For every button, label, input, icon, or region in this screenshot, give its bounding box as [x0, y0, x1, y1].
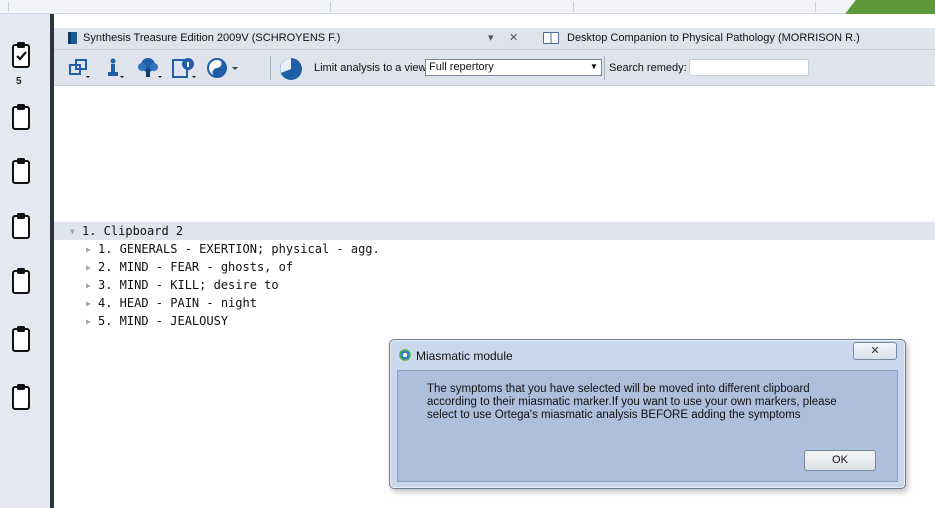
tab-close-icon[interactable]: ✕ [509, 31, 518, 44]
toolbar-separator [604, 56, 605, 80]
expand-arrow-icon[interactable]: ▶ [86, 245, 98, 254]
dialog-close-button[interactable]: ✕ [853, 342, 897, 360]
book-info-icon[interactable] [170, 57, 198, 82]
dialog-title: Miasmatic module [416, 349, 513, 363]
tree-root-label: 1. Clipboard 2 [82, 224, 184, 238]
pie-chart-icon[interactable] [279, 57, 305, 84]
expand-arrow-icon[interactable]: ▶ [86, 281, 98, 290]
chess-piece-icon[interactable] [104, 57, 126, 82]
clipboard-sidebar: 5 [0, 14, 54, 508]
clipboard-icon[interactable] [10, 102, 32, 132]
open-book-icon [543, 32, 559, 44]
tree-item[interactable]: ▶ 1. GENERALS - EXERTION; physical - agg… [54, 240, 935, 258]
tree-item-label: 4. HEAD - PAIN - night [98, 296, 257, 310]
tree-root-clipboard[interactable]: ▼ 1. Clipboard 2 [54, 222, 935, 240]
expand-arrow-icon[interactable]: ▶ [86, 317, 98, 326]
app-logo-icon [399, 349, 411, 361]
clipboard-active-icon[interactable] [10, 40, 32, 70]
yin-yang-icon[interactable] [206, 57, 242, 82]
strip-divider [573, 2, 574, 12]
ok-button[interactable]: OK [804, 450, 876, 471]
clipboard-icon[interactable] [10, 324, 32, 354]
tree-item-label: 1. GENERALS - EXERTION; physical - agg. [98, 242, 380, 256]
collapse-arrow-icon[interactable]: ▼ [70, 227, 82, 236]
tree-item[interactable]: ▶ 3. MIND - KILL; desire to [54, 276, 935, 294]
strip-divider [815, 2, 816, 12]
tree-item-label: 5. MIND - JEALOUSY [98, 314, 229, 328]
clipboard-icon[interactable] [10, 266, 32, 296]
tab-label: Desktop Companion to Physical Pathology … [567, 32, 860, 44]
tree-item[interactable]: ▶ 2. MIND - FEAR - ghosts, of [54, 258, 935, 276]
clipboard-icon[interactable] [10, 211, 32, 241]
clipboard-tree: ▼ 1. Clipboard 2 ▶ 1. GENERALS - EXERTIO… [54, 222, 935, 330]
expand-arrow-icon[interactable]: ▶ [86, 299, 98, 308]
dialog-message-line: The symptoms that you have selected will… [427, 383, 810, 395]
search-remedy-input[interactable] [689, 59, 809, 76]
tab-synthesis[interactable]: Synthesis Treasure Edition 2009V (SCHROY… [68, 32, 340, 44]
clipboard-icon[interactable] [10, 156, 32, 186]
dropdown-arrow-icon: ▼ [590, 62, 598, 71]
tree-item[interactable]: ▶ 4. HEAD - PAIN - night [54, 294, 935, 312]
tree-item-label: 3. MIND - KILL; desire to [98, 278, 279, 292]
window-arrange-icon[interactable] [68, 57, 92, 82]
tab-bar: Synthesis Treasure Edition 2009V (SCHROY… [54, 28, 935, 50]
dialog-body: The symptoms that you have selected will… [397, 370, 898, 482]
tab-label: Synthesis Treasure Edition 2009V (SCHROY… [83, 32, 341, 44]
search-remedy-label: Search remedy: [609, 62, 687, 74]
dialog-message-line: select to use Ortega's miasmatic analysi… [427, 409, 801, 421]
toolbar-separator [270, 56, 271, 80]
book-icon [68, 32, 77, 44]
tab-morrison[interactable]: Desktop Companion to Physical Pathology … [543, 32, 860, 44]
clipboard-icon[interactable] [10, 382, 32, 412]
limit-analysis-label: Limit analysis to a view [314, 62, 427, 74]
tree-item[interactable]: ▶ 5. MIND - JEALOUSY [54, 312, 935, 330]
dialog-message-line: according to their miasmatic marker.If y… [427, 396, 837, 408]
top-strip [0, 0, 935, 14]
strip-divider [330, 2, 331, 12]
toolbar: Limit analysis to a view Full repertory … [54, 50, 935, 86]
view-select[interactable]: Full repertory ▼ [425, 59, 602, 76]
tab-dropdown-icon[interactable]: ▾ [488, 31, 494, 44]
clipboard-count: 5 [16, 76, 22, 87]
strip-divider [8, 2, 9, 12]
tree-item-label: 2. MIND - FEAR - ghosts, of [98, 260, 294, 274]
miasmatic-dialog: Miasmatic module ✕ The symptoms that you… [389, 339, 906, 489]
view-select-value: Full repertory [429, 61, 494, 73]
remedy-tree-icon[interactable] [136, 57, 164, 82]
green-corner-tab[interactable] [845, 0, 935, 14]
dialog-message: The symptoms that you have selected will… [427, 383, 877, 422]
expand-arrow-icon[interactable]: ▶ [86, 263, 98, 272]
